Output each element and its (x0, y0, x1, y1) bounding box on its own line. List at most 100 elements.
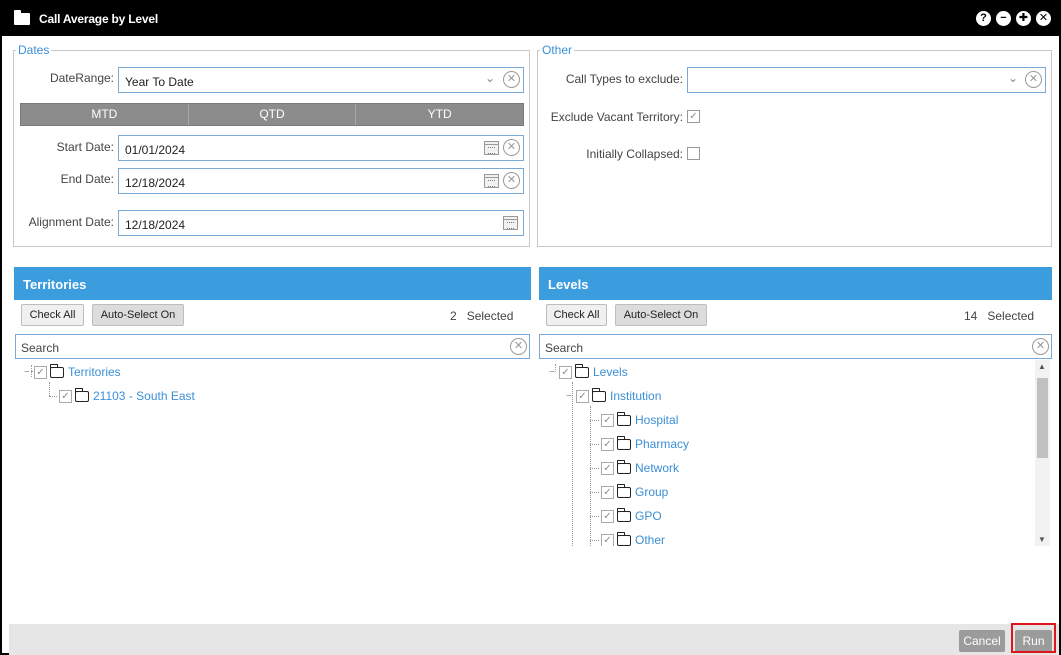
scroll-thumb[interactable] (1037, 378, 1048, 458)
collapse-toggle-icon[interactable]: − (549, 367, 559, 378)
tree-guide (590, 443, 599, 445)
chevron-down-icon[interactable]: ⌄ (485, 71, 495, 85)
dialog-window: Call Average by Level ? − ✚ ✕ Dates Date… (0, 0, 1061, 655)
tree-node-label[interactable]: Group (635, 485, 668, 499)
ytd-button[interactable]: YTD (356, 104, 523, 125)
tree-node-label[interactable]: Territories (68, 365, 121, 379)
territories-search-input[interactable]: Search ✕ (15, 334, 530, 359)
initially-collapsed-checkbox[interactable] (687, 147, 700, 160)
calendar-icon[interactable] (484, 141, 499, 155)
folder-icon (617, 531, 631, 546)
tree-guide (572, 382, 573, 546)
help-icon[interactable]: ? (976, 11, 991, 26)
clear-icon[interactable]: ✕ (503, 172, 520, 189)
levels-title: Levels (548, 277, 589, 292)
qtd-button[interactable]: QTD (189, 104, 357, 125)
folder-icon (75, 387, 89, 402)
tree-node-south-east[interactable]: ✓ 21103 - South East (49, 386, 195, 406)
tree-node-other[interactable]: ✓ Other (590, 530, 665, 546)
calendar-icon[interactable] (484, 174, 499, 188)
start-date-field[interactable]: 01/01/2024 ✕ (118, 135, 524, 161)
tree-checkbox[interactable]: ✓ (601, 533, 614, 546)
call-types-select[interactable]: ⌄ ✕ (687, 67, 1046, 93)
scroll-up-icon[interactable]: ▲ (1038, 362, 1046, 371)
tree-node-institution[interactable]: − ✓ Institution (566, 386, 661, 406)
collapse-toggle-icon[interactable]: − (566, 391, 576, 402)
tree-checkbox[interactable]: ✓ (576, 389, 589, 403)
tree-node-label[interactable]: GPO (635, 509, 662, 523)
levels-selected-count: 14 Selected (964, 309, 1034, 323)
dialog-title: Call Average by Level (39, 12, 158, 26)
tree-node-label[interactable]: Hospital (635, 413, 678, 427)
alignment-date-value: 12/18/2024 (125, 218, 186, 232)
tree-node-label[interactable]: 21103 - South East (93, 389, 195, 403)
tree-checkbox[interactable]: ✓ (59, 389, 72, 403)
tree-node-hospital[interactable]: ✓ Hospital (590, 410, 678, 430)
levels-search-input[interactable]: Search ✕ (539, 334, 1052, 359)
tree-guide (590, 467, 599, 469)
tree-node-network[interactable]: ✓ Network (590, 458, 679, 478)
date-range-select[interactable]: Year To Date ⌄ ✕ (118, 67, 524, 93)
clear-icon[interactable]: ✕ (1032, 338, 1049, 355)
clear-icon[interactable]: ✕ (503, 139, 520, 156)
folder-icon (617, 411, 631, 426)
tree-checkbox[interactable]: ✓ (601, 509, 614, 523)
dates-legend: Dates (18, 43, 50, 57)
alignment-date-field[interactable]: 12/18/2024 (118, 210, 524, 236)
clear-icon[interactable]: ✕ (503, 71, 520, 88)
tree-node-group[interactable]: ✓ Group (590, 482, 668, 502)
move-icon[interactable]: ✚ (1016, 11, 1031, 26)
levels-auto-select-button[interactable]: Auto-Select On (615, 304, 707, 326)
folder-icon (592, 387, 606, 402)
folder-icon (14, 10, 30, 25)
tree-node-pharmacy[interactable]: ✓ Pharmacy (590, 434, 689, 454)
folder-icon (617, 507, 631, 522)
minimize-icon[interactable]: − (996, 11, 1011, 26)
call-types-label: Call Types to exclude: (565, 72, 683, 86)
end-date-field[interactable]: 12/18/2024 ✕ (118, 168, 524, 194)
territories-selected-count: 2 Selected (450, 309, 513, 323)
territories-auto-select-button[interactable]: Auto-Select On (92, 304, 184, 326)
territories-search-placeholder: Search (21, 341, 60, 355)
tree-checkbox[interactable]: ✓ (601, 437, 614, 451)
initially-collapsed-label: Initially Collapsed: (586, 147, 683, 161)
tree-node-label[interactable]: Levels (593, 365, 628, 379)
territories-header: Territories (14, 267, 531, 300)
levels-tree: − ✓ Levels − ✓ Institution ✓ Hospital ✓ … (539, 360, 1035, 546)
close-icon[interactable]: ✕ (1036, 11, 1051, 26)
chevron-down-icon[interactable]: ⌄ (1008, 71, 1018, 85)
mtd-button[interactable]: MTD (21, 104, 189, 125)
tree-checkbox[interactable]: ✓ (601, 413, 614, 427)
folder-icon (617, 459, 631, 474)
tree-guide (590, 491, 599, 493)
tree-node-levels[interactable]: − ✓ Levels (549, 362, 628, 382)
tree-checkbox[interactable]: ✓ (601, 485, 614, 499)
tree-node-label[interactable]: Network (635, 461, 679, 475)
exclude-vacant-checkbox[interactable]: ✓ (687, 110, 700, 123)
tree-checkbox[interactable]: ✓ (34, 365, 47, 379)
levels-scrollbar[interactable]: ▲ ▼ (1035, 360, 1050, 546)
start-date-label: Start Date: (56, 140, 114, 154)
tree-node-label[interactable]: Other (635, 533, 665, 546)
folder-icon (617, 435, 631, 450)
tree-node-label[interactable]: Institution (610, 389, 661, 403)
cancel-button[interactable]: Cancel (959, 630, 1005, 652)
alignment-date-label: Alignment Date: (28, 215, 114, 229)
scroll-down-icon[interactable]: ▼ (1038, 535, 1046, 544)
territories-selected-number: 2 (450, 309, 457, 323)
territories-check-all-button[interactable]: Check All (21, 304, 84, 326)
calendar-icon[interactable] (503, 216, 518, 230)
tree-node-label[interactable]: Pharmacy (635, 437, 689, 451)
tree-checkbox[interactable]: ✓ (601, 461, 614, 475)
tree-node-territories[interactable]: − ✓ Territories (24, 362, 121, 382)
title-bar: Call Average by Level ? − ✚ ✕ (2, 2, 1059, 36)
clear-icon[interactable]: ✕ (510, 338, 527, 355)
date-range-value: Year To Date (125, 75, 194, 89)
folder-icon (617, 483, 631, 498)
tree-checkbox[interactable]: ✓ (559, 365, 572, 379)
tree-node-gpo[interactable]: ✓ GPO (590, 506, 662, 526)
levels-check-all-button[interactable]: Check All (546, 304, 607, 326)
collapse-toggle-icon[interactable]: − (24, 367, 34, 378)
end-date-label: End Date: (60, 172, 114, 186)
clear-icon[interactable]: ✕ (1025, 71, 1042, 88)
